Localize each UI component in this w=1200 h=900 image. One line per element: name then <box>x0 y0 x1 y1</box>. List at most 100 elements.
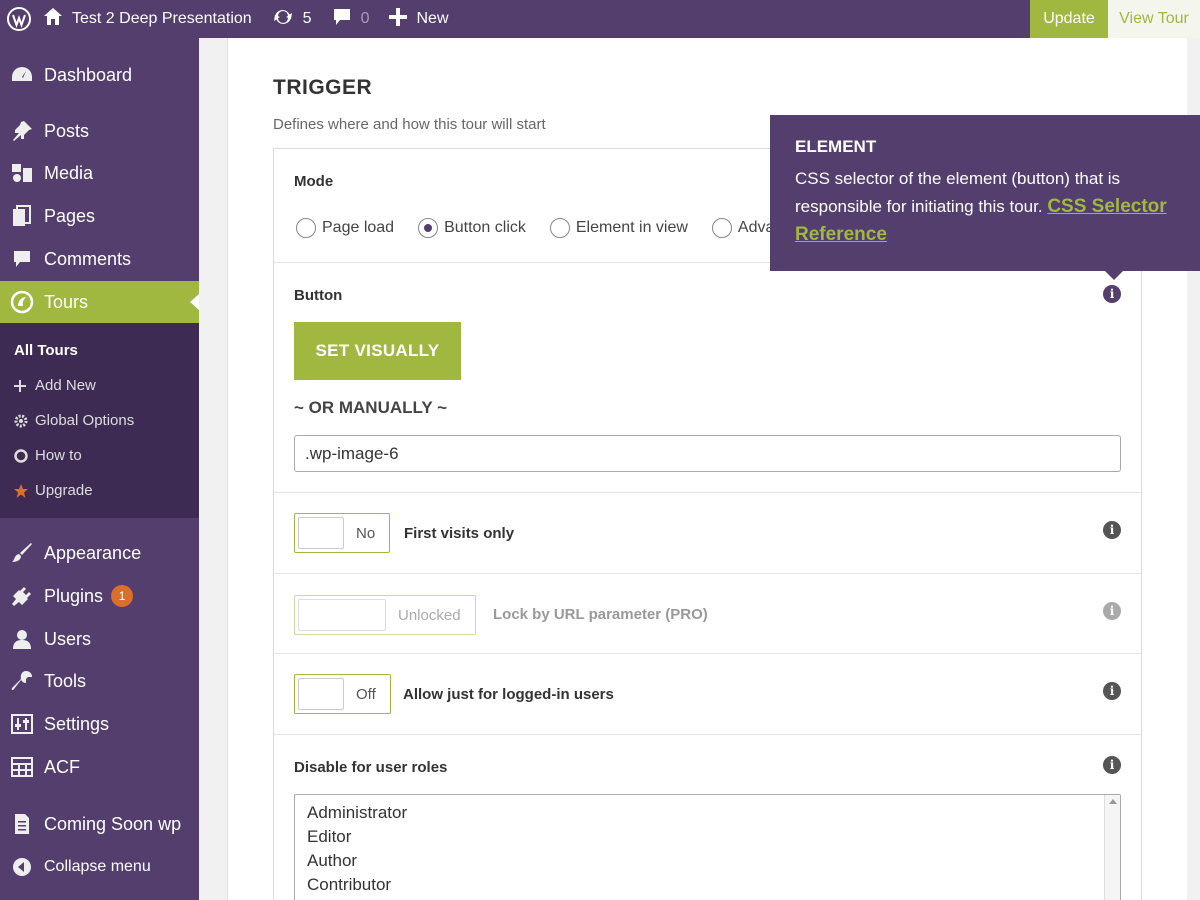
row-divider <box>274 734 1141 735</box>
submenu-label: Add New <box>35 377 96 394</box>
comments-link[interactable]: 0 <box>322 0 380 38</box>
radio-circle-selected[interactable] <box>418 218 439 238</box>
view-tour-button[interactable]: View Tour <box>1108 0 1200 38</box>
toggle-state: Unlocked <box>398 606 461 624</box>
section-description: Defines where and how this tour will sta… <box>273 116 546 133</box>
sidebar-item-acf[interactable]: ACF <box>0 746 199 788</box>
updates-count: 5 <box>302 10 312 27</box>
comment-bubble-icon <box>332 7 352 32</box>
radio-circle[interactable] <box>711 218 732 238</box>
info-icon[interactable]: i <box>1103 521 1121 539</box>
toggle-knob <box>298 517 344 549</box>
toggle-state: Off <box>356 685 376 703</box>
list-item[interactable]: Contributor <box>307 873 1108 897</box>
update-button[interactable]: Update <box>1030 0 1108 38</box>
admin-bar: Test 2 Deep Presentation 5 0 New Update … <box>0 0 1200 38</box>
sidebar-item-label: Comments <box>44 248 132 269</box>
section-title: TRIGGER <box>273 76 373 99</box>
pages-icon <box>0 205 44 227</box>
sidebar-item-plugins[interactable]: Plugins 1 <box>0 575 199 617</box>
radio-circle[interactable] <box>549 218 570 238</box>
scroll-up-arrow-icon[interactable] <box>1109 799 1117 804</box>
info-icon[interactable]: i <box>1103 682 1121 700</box>
submenu-global-options[interactable]: Global Options <box>14 412 134 429</box>
radio-circle[interactable] <box>296 218 316 238</box>
new-content-link[interactable]: New <box>379 0 458 38</box>
sidebar-item-appearance[interactable]: Appearance <box>0 532 199 574</box>
media-icon <box>0 162 44 184</box>
acf-icon <box>0 757 44 777</box>
sidebar-item-users[interactable]: Users <box>0 618 199 660</box>
sidebar-item-label: Appearance <box>44 542 142 563</box>
sidebar-item-comments[interactable]: Comments <box>0 238 199 280</box>
mode-option-button-click[interactable]: Button click <box>418 218 526 238</box>
refresh-icon <box>272 7 294 32</box>
lock-url-label: Lock by URL parameter (PRO) <box>493 606 708 623</box>
row-divider <box>274 653 1141 654</box>
sidebar-item-pages[interactable]: Pages <box>0 195 199 237</box>
submenu-label: All Tours <box>14 342 78 359</box>
submenu-all-tours[interactable]: All Tours <box>14 342 78 359</box>
collapse-icon <box>0 857 44 877</box>
user-roles-label: Disable for user roles <box>294 759 448 776</box>
user-icon <box>0 629 44 649</box>
updates-link[interactable]: 5 <box>262 0 322 38</box>
tooltip-title: ELEMENT <box>795 137 877 156</box>
submenu-label: How to <box>35 447 82 464</box>
submenu-upgrade[interactable]: Upgrade <box>14 482 93 499</box>
submenu-add-new[interactable]: Add New <box>14 377 96 394</box>
lock-url-toggle: Unlocked <box>294 595 476 635</box>
button-field-label: Button <box>294 287 343 304</box>
pin-icon <box>0 120 44 142</box>
tooltip-body: CSS selector of the element (button) tha… <box>795 165 1175 249</box>
mode-option-element-in-view[interactable]: Element in view <box>549 218 688 238</box>
sidebar-item-label: Posts <box>44 120 90 141</box>
mode-radio-group: Page load Button click Element in view A… <box>296 218 798 238</box>
toggle-knob <box>298 678 344 710</box>
sidebar-item-media[interactable]: Media <box>0 152 199 194</box>
mode-option-page-load[interactable]: Page load <box>296 218 394 238</box>
element-selector-input[interactable]: .wp-image-6 <box>294 435 1121 472</box>
plugins-update-badge: 1 <box>111 585 134 607</box>
sidebar-item-dashboard[interactable]: Dashboard <box>0 54 199 96</box>
site-name-link[interactable]: Test 2 Deep Presentation <box>39 0 262 38</box>
sidebar-item-label: ACF <box>44 756 80 777</box>
listbox-scrollbar[interactable] <box>1104 795 1120 900</box>
submenu-how-to[interactable]: How to <box>14 447 82 464</box>
sidebar-item-posts[interactable]: Posts <box>0 110 199 152</box>
first-visits-toggle[interactable]: No <box>294 513 391 553</box>
mode-option-advanced[interactable]: Adva <box>711 218 775 238</box>
home-icon <box>43 7 63 31</box>
wrench-icon <box>0 670 44 692</box>
sidebar-item-tools[interactable]: Tools <box>0 660 199 702</box>
tours-icon <box>0 290 44 314</box>
sidebar-item-tours[interactable]: Tours <box>0 281 199 323</box>
info-icon[interactable]: i <box>1103 285 1121 303</box>
settings-icon <box>0 714 44 734</box>
set-visually-button[interactable]: SET VISUALLY <box>294 322 461 380</box>
radio-label: Adva <box>737 219 775 236</box>
toggle-state: No <box>356 524 376 542</box>
new-label: New <box>416 10 449 27</box>
wordpress-logo-icon[interactable] <box>0 0 39 38</box>
submenu-label: Global Options <box>35 412 135 429</box>
user-roles-listbox[interactable]: Administrator Editor Author Contributor <box>294 794 1121 900</box>
logged-in-label: Allow just for logged-in users <box>403 686 614 703</box>
sidebar-item-label: Dashboard <box>44 64 133 85</box>
row-divider <box>274 492 1141 493</box>
list-item[interactable]: Editor <box>307 825 1108 849</box>
element-help-tooltip: ELEMENT CSS selector of the element (but… <box>770 115 1200 280</box>
sidebar-item-label: Pages <box>44 205 96 226</box>
list-item[interactable]: Author <box>307 849 1108 873</box>
logged-in-toggle[interactable]: Off <box>294 674 391 714</box>
list-item[interactable]: Administrator <box>307 801 1108 825</box>
sidebar-item-settings[interactable]: Settings <box>0 703 199 745</box>
sidebar-item-label: Collapse menu <box>44 858 151 875</box>
document-icon <box>0 813 44 835</box>
sidebar-item-label: Plugins <box>44 585 104 606</box>
sidebar-item-coming-soon[interactable]: Coming Soon wp <box>0 803 199 845</box>
info-icon[interactable]: i <box>1103 756 1121 774</box>
plus-icon <box>14 379 35 392</box>
or-manually-label: ~ OR MANUALLY ~ <box>294 398 448 417</box>
sidebar-collapse-menu[interactable]: Collapse menu <box>0 846 199 888</box>
